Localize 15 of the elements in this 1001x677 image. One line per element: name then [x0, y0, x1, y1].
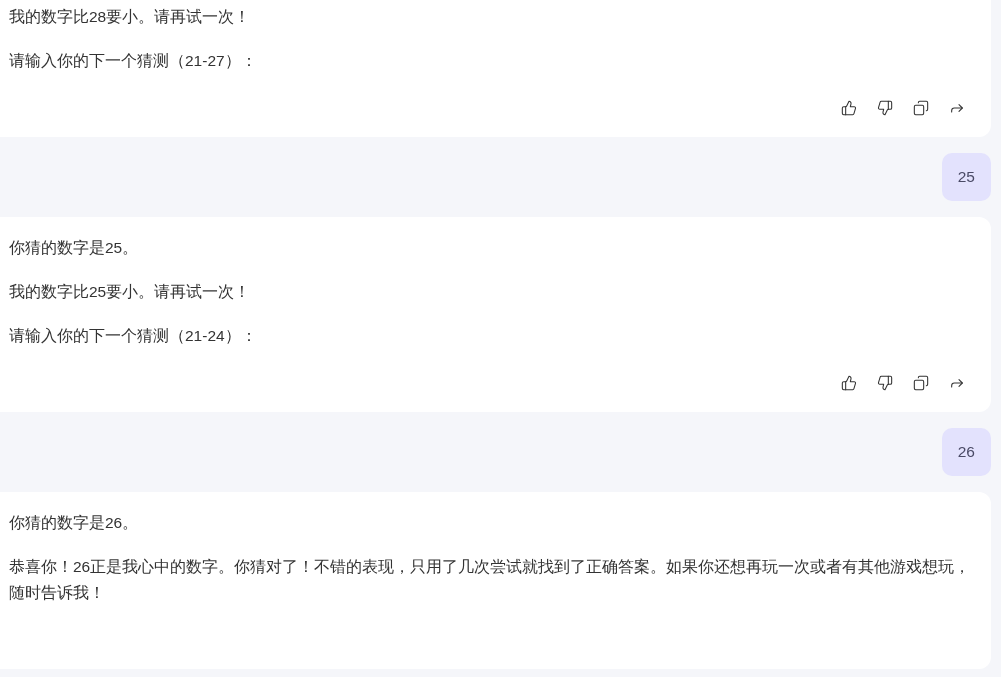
message-text: 我的数字比28要小。请再试一次！ [9, 7, 251, 27]
message-text: 你猜的数字是25。 [9, 238, 139, 258]
message-text: 恭喜你！26正是我心中的数字。你猜对了！不错的表现，只用了几次尝试就找到了正确答案。如果你还想再玩一次或者有其他游戏想玩，随时告诉我！ [9, 557, 972, 603]
message-text: 你猜的数字是26。 [9, 513, 139, 533]
message-text: 请输入你的下一个猜测（21-27）： [9, 51, 257, 71]
thumbs-up-icon[interactable] [841, 100, 857, 116]
user-message-bubble: 26 [941, 428, 991, 476]
thumbs-down-icon[interactable] [877, 375, 893, 391]
thumbs-up-icon[interactable] [841, 375, 857, 391]
copy-icon[interactable] [913, 375, 929, 391]
user-message-bubble: 25 [941, 153, 991, 201]
message-text: 请输入你的下一个猜测（21-24）： [9, 326, 257, 346]
message-text: 我的数字比25要小。请再试一次！ [9, 282, 251, 302]
copy-icon[interactable] [913, 100, 929, 116]
thumbs-down-icon[interactable] [877, 100, 893, 116]
